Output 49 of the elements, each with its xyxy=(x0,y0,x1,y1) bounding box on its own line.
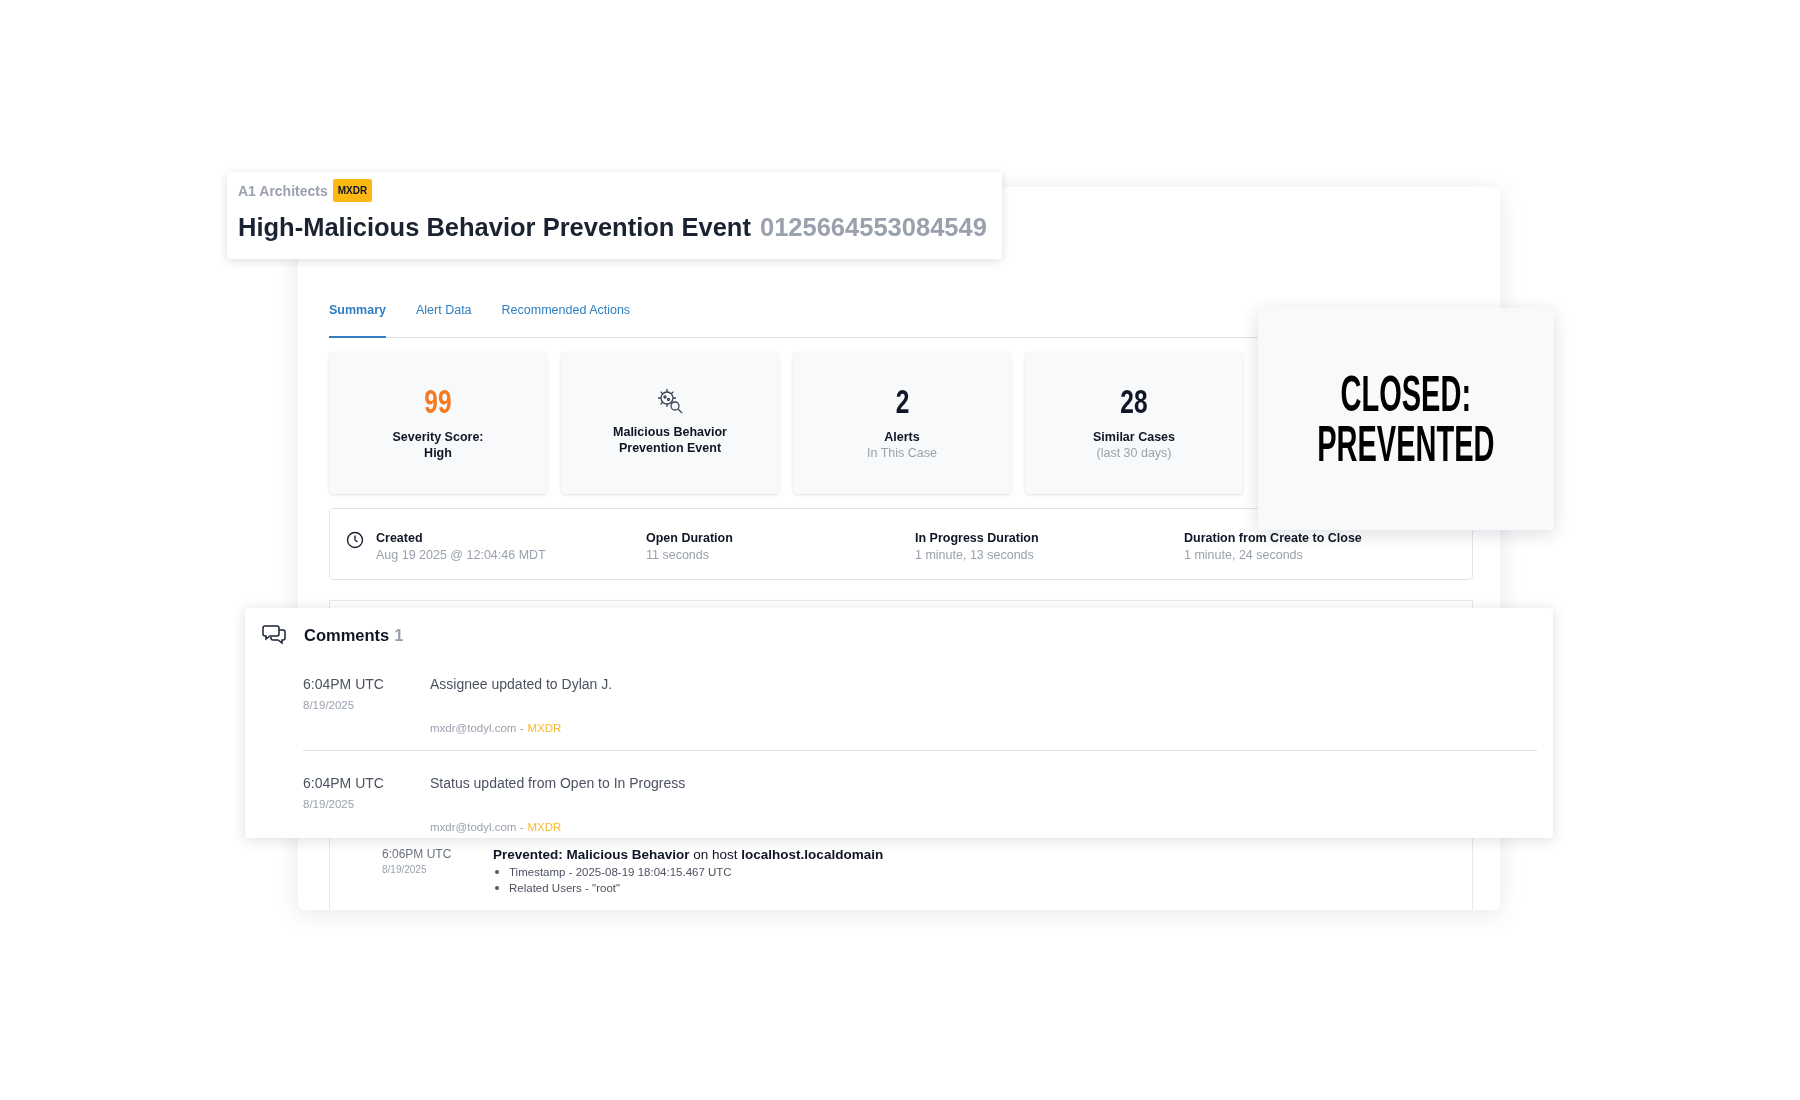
comments-title: Comments xyxy=(304,625,390,645)
tab[interactable]: Recommended Actions xyxy=(501,295,631,338)
case-id: 0125664553084549 xyxy=(759,213,987,242)
duration-value: Aug 19 2025 @ 12:04:46 MDT xyxy=(376,548,547,562)
stat-label: Malicious Behavior xyxy=(613,424,727,441)
bullet-icon xyxy=(495,886,499,890)
organization-name: A1 Architects xyxy=(238,182,328,199)
comment-text: Status updated from Open to In Progress xyxy=(430,775,686,791)
stat-detail: In This Case xyxy=(867,445,937,462)
stat-detail: High xyxy=(424,445,452,462)
event-date: 8/19/2025 xyxy=(382,864,428,875)
comment-time: 6:04PM UTC xyxy=(303,676,385,692)
duration-value: 1 minute, 24 seconds xyxy=(1184,548,1304,562)
duration-label: In Progress Duration xyxy=(915,531,1040,545)
comment-source: MXDR xyxy=(527,722,562,734)
service-badge: MXDR xyxy=(332,179,373,202)
stat-value: 2 xyxy=(895,382,909,420)
comments-count: 1 xyxy=(394,625,404,645)
stat-detail: (last 30 days) xyxy=(1096,445,1172,462)
duration-value: 11 seconds xyxy=(646,548,710,562)
duration-label: Duration from Create to Close xyxy=(1184,531,1363,545)
event-detail: Timestamp - 2025-08-19 18:04:15.467 UTC xyxy=(509,866,732,878)
stat-value: 28 xyxy=(1120,382,1148,420)
event-text: Prevented: Malicious Behavior on host localhost.localdomain xyxy=(493,847,884,862)
comment-time: 6:04PM UTC xyxy=(303,775,385,791)
event-time: 6:06PM UTC xyxy=(382,847,453,861)
tab[interactable]: Alert Data xyxy=(416,295,472,338)
comment-date: 8/19/2025 xyxy=(303,798,356,810)
comment-author: mxdr@todyl.com - xyxy=(430,821,524,833)
clock-icon xyxy=(346,531,364,549)
tab[interactable]: Summary xyxy=(329,295,386,338)
duration-label: Open Duration xyxy=(646,531,734,545)
case-title: High-Malicious Behavior Prevention Event xyxy=(238,213,751,242)
stat-label: Alerts xyxy=(884,429,920,446)
bullet-icon xyxy=(495,870,499,874)
status-text: CLOSED: PREVENTED xyxy=(1317,369,1495,469)
event-detail: Related Users - "root" xyxy=(509,882,621,894)
stat-value: 99 xyxy=(424,382,452,420)
duration-label: Created xyxy=(376,531,424,545)
duration-value: 1 minute, 13 seconds xyxy=(915,548,1035,562)
stat-label: Similar Cases xyxy=(1093,429,1175,446)
comment-author: mxdr@todyl.com - xyxy=(430,722,524,734)
virus-search-icon xyxy=(656,387,684,415)
stat-detail: Prevention Event xyxy=(618,440,722,457)
comment-text: Assignee updated to Dylan J. xyxy=(430,676,613,692)
chat-icon xyxy=(262,624,286,646)
comment-source: MXDR xyxy=(527,821,562,833)
comment-date: 8/19/2025 xyxy=(303,699,356,711)
stat-label: Severity Score: xyxy=(392,429,484,446)
